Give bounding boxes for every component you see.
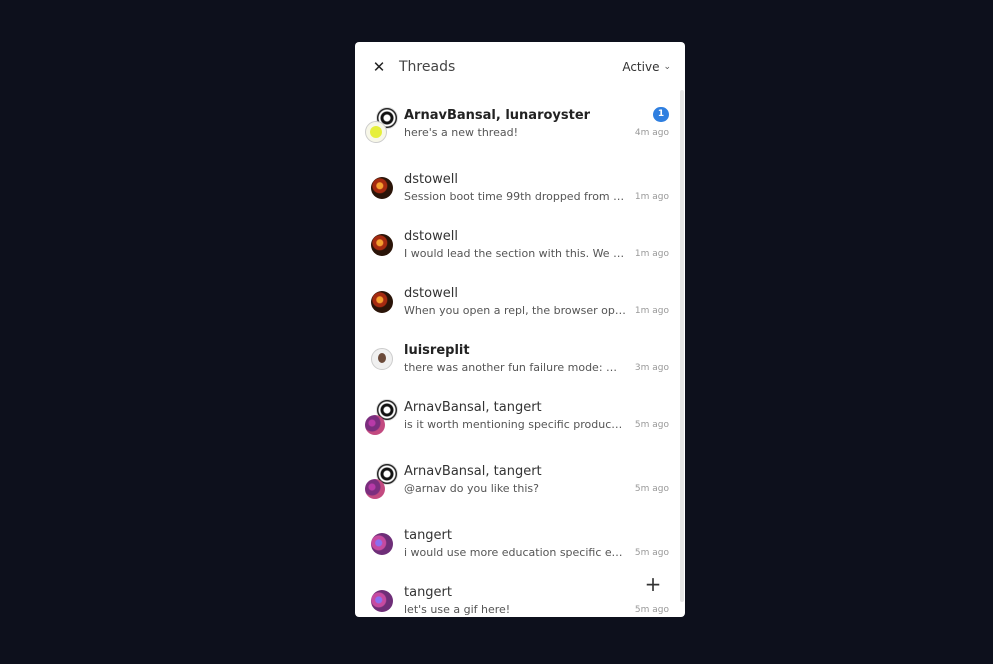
thread-preview: there was another fun failure mode: when…: [404, 361, 626, 374]
avatar: [365, 415, 385, 435]
thread-participants: dstowell: [404, 229, 458, 244]
new-thread-button[interactable]: +: [643, 573, 663, 595]
thread-row[interactable]: tangert let's use a gif here! 5m ago: [355, 584, 677, 617]
status-filter-dropdown[interactable]: Active ⌄: [622, 59, 671, 75]
thread-row[interactable]: ArnavBansal, tangert @arnav do you like …: [355, 463, 677, 499]
avatar-group: [365, 171, 401, 207]
thread-participants: tangert: [404, 585, 452, 600]
thread-participants: dstowell: [404, 172, 458, 187]
thread-time: 4m ago: [634, 128, 669, 138]
unread-badge: 1: [653, 107, 669, 122]
thread-row[interactable]: ArnavBansal, tangert is it worth mention…: [355, 399, 677, 435]
avatar-group: [365, 399, 401, 435]
thread-participants: ArnavBansal, tangert: [404, 400, 542, 415]
thread-participants: dstowell: [404, 286, 458, 301]
avatar: [365, 479, 385, 499]
thread-preview: let's use a gif here!: [404, 603, 511, 616]
thread-time: 1m ago: [634, 192, 669, 202]
avatar: [371, 533, 393, 555]
threads-header: ✕ Threads Active ⌄: [355, 42, 685, 92]
filter-label: Active: [622, 60, 660, 74]
thread-list: ArnavBansal, lunaroyster here's a new th…: [355, 92, 685, 617]
thread-time: 3m ago: [634, 363, 669, 373]
avatar-group: [365, 228, 401, 264]
thread-preview: is it worth mentioning specific products…: [404, 418, 626, 431]
avatar-group: [365, 285, 401, 321]
avatar: [371, 234, 393, 256]
avatar-group: [365, 584, 401, 617]
thread-row[interactable]: luisreplit there was another fun failure…: [355, 342, 677, 378]
thread-time: 1m ago: [634, 249, 669, 259]
thread-time: 5m ago: [634, 548, 669, 558]
thread-time: 5m ago: [634, 420, 669, 430]
thread-preview: I would lead the section with this. We s…: [404, 247, 626, 260]
thread-preview: @arnav do you like this?: [404, 482, 539, 495]
avatar-group: [365, 107, 401, 143]
thread-participants: ArnavBansal, lunaroyster: [404, 108, 591, 123]
threads-panel: ✕ Threads Active ⌄ ArnavBansal, lunaroys…: [355, 42, 685, 617]
thread-participants: ArnavBansal, tangert: [404, 464, 542, 479]
avatar-group: [365, 527, 401, 563]
panel-title: Threads: [399, 59, 456, 75]
thread-time: 5m ago: [634, 605, 669, 615]
close-icon[interactable]: ✕: [371, 58, 387, 76]
thread-time: 5m ago: [634, 484, 669, 494]
avatar: [371, 348, 393, 370]
thread-preview: Session boot time 99th dropped from ~6s …: [404, 190, 626, 203]
avatar-group: [365, 463, 401, 499]
thread-row[interactable]: dstowell When you open a repl, the brows…: [355, 285, 677, 321]
thread-preview: here's a new thread!: [404, 126, 518, 139]
thread-row[interactable]: tangert i would use more education speci…: [355, 527, 677, 563]
avatar: [371, 590, 393, 612]
thread-row[interactable]: dstowell Session boot time 99th dropped …: [355, 171, 677, 207]
thread-preview: i would use more education specific exam…: [404, 546, 626, 559]
chevron-down-icon: ⌄: [663, 62, 671, 72]
thread-row[interactable]: dstowell I would lead the section with t…: [355, 228, 677, 264]
avatar: [365, 121, 387, 143]
avatar: [371, 177, 393, 199]
thread-time: 1m ago: [634, 306, 669, 316]
thread-participants: luisreplit: [404, 343, 470, 358]
thread-preview: When you open a repl, the browser opens …: [404, 304, 626, 317]
avatar-group: [365, 342, 401, 378]
avatar: [371, 291, 393, 313]
thread-row[interactable]: ArnavBansal, lunaroyster here's a new th…: [355, 107, 677, 143]
thread-participants: tangert: [404, 528, 452, 543]
